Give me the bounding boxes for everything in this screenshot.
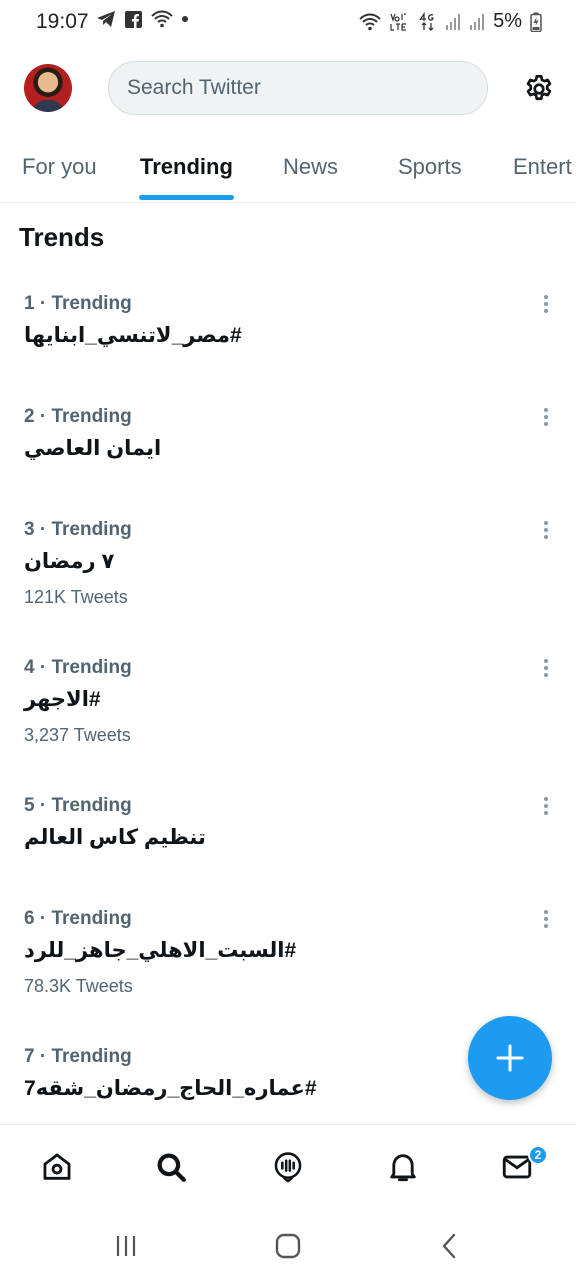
tab-sports[interactable]: Sports — [398, 154, 462, 180]
status-left-icons — [96, 10, 188, 28]
4g-icon — [419, 11, 434, 31]
compose-tweet-button[interactable] — [468, 1016, 552, 1100]
nav-home[interactable] — [37, 1147, 77, 1187]
trend-name: تنظيم كاس العالم — [24, 826, 206, 849]
section-title: Trends — [19, 222, 105, 252]
telegram-icon — [97, 11, 115, 27]
battery-percent: 5% — [493, 10, 522, 32]
more-options-button[interactable] — [534, 793, 558, 819]
home-system-button[interactable] — [270, 1230, 306, 1262]
gear-icon — [526, 75, 552, 101]
recent-apps-button[interactable] — [108, 1230, 144, 1262]
battery-icon — [530, 12, 542, 32]
tab-news[interactable]: News — [283, 154, 338, 180]
dot-icon — [182, 16, 188, 22]
trend-name: #مصر_لاتنسي_ابنايها — [24, 324, 242, 347]
tab-bar: For you Trending News Sports Entert — [0, 140, 576, 203]
trend-rank: 5 · Trending — [24, 795, 132, 816]
trend-rank: 7 · Trending — [24, 1046, 132, 1067]
active-tab-indicator — [139, 195, 234, 200]
home-square-icon — [275, 1233, 301, 1259]
app-header: Search Twitter — [0, 56, 576, 122]
nav-spaces[interactable] — [268, 1147, 308, 1187]
spaces-icon — [274, 1152, 302, 1183]
trend-rank: 6 · Trending — [24, 908, 132, 929]
recent-apps-icon — [116, 1236, 136, 1256]
home-icon — [43, 1153, 71, 1180]
signal-icon-2 — [470, 13, 485, 30]
trend-tweet-count: 78.3K Tweets — [24, 976, 133, 996]
wifi-icon — [359, 13, 381, 30]
back-chevron-icon — [442, 1233, 456, 1259]
tab-trending[interactable]: Trending — [140, 154, 233, 180]
more-options-button[interactable] — [534, 517, 558, 543]
more-options-button[interactable] — [534, 291, 558, 317]
trend-name: #السبت_الاهلي_جاهز_للرد — [24, 939, 297, 962]
tab-for-you[interactable]: For you — [22, 154, 97, 180]
wifi-question-icon — [151, 10, 173, 28]
back-button[interactable] — [432, 1230, 468, 1262]
search-placeholder: Search Twitter — [127, 76, 261, 99]
trend-rank: 4 · Trending — [24, 657, 132, 678]
more-options-button[interactable] — [534, 655, 558, 681]
nav-notifications[interactable] — [383, 1147, 423, 1187]
signal-icon-1 — [446, 13, 461, 30]
trend-name: ٧ رمضان — [24, 550, 115, 573]
search-input[interactable]: Search Twitter — [108, 61, 488, 115]
app-screen: 19:07 5% Search Twitter For you Trending… — [0, 0, 576, 1280]
profile-avatar[interactable] — [24, 64, 72, 112]
trend-name: #الاجهر — [24, 688, 101, 711]
messages-badge: 2 — [528, 1145, 548, 1165]
more-options-button[interactable] — [534, 404, 558, 430]
tab-entertainment[interactable]: Entert — [513, 154, 572, 180]
nav-search[interactable] — [151, 1147, 191, 1187]
system-nav-bar — [0, 1210, 576, 1280]
status-bar: 19:07 5% — [0, 0, 576, 46]
settings-button[interactable] — [520, 70, 558, 108]
facebook-icon — [125, 10, 142, 28]
trend-name: #عماره_الحاج_رمضان_شقه7 — [24, 1077, 317, 1100]
search-icon — [157, 1153, 186, 1182]
notifications-icon — [390, 1154, 416, 1182]
trend-tweet-count: 3,237 Tweets — [24, 725, 131, 745]
bottom-nav: 2 — [0, 1124, 576, 1210]
trend-tweet-count: 121K Tweets — [24, 587, 128, 607]
trend-name: ايمان العاصي — [24, 437, 162, 460]
plus-icon — [496, 1044, 524, 1072]
trend-rank: 1 · Trending — [24, 293, 132, 314]
trend-rank: 2 · Trending — [24, 406, 132, 427]
status-right-icons: 5% — [359, 10, 542, 33]
more-options-button[interactable] — [534, 906, 558, 932]
trend-rank: 3 · Trending — [24, 519, 132, 540]
status-time: 19:07 — [36, 10, 89, 33]
volte-icon — [390, 12, 407, 31]
